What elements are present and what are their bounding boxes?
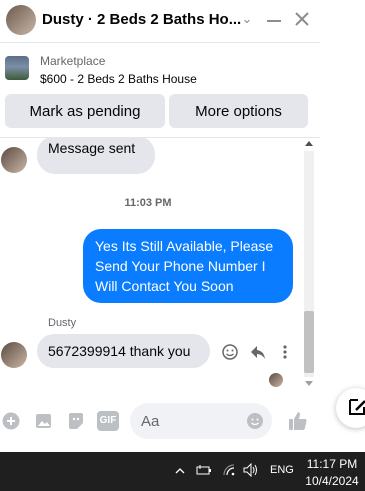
more-options-button[interactable]: More options <box>169 94 308 128</box>
avatar[interactable] <box>6 5 36 35</box>
chat-window: Dusty · 2 Beds 2 Baths Ho... ⌄ Marketpla… <box>0 0 320 452</box>
gif-icon[interactable]: GIF <box>97 411 119 431</box>
sticker-icon[interactable] <box>66 411 86 431</box>
avatar[interactable] <box>1 342 27 368</box>
add-icon[interactable] <box>2 412 20 430</box>
message-text: Yes Its Still Available, Please Send You… <box>95 238 274 294</box>
close-icon[interactable] <box>292 9 312 29</box>
page-background <box>320 0 365 452</box>
system-clock[interactable]: 11:17 PM 10/4/2024 <box>300 456 364 490</box>
seen-avatar <box>269 373 283 387</box>
message-text: 5672399914 thank you <box>48 343 191 359</box>
taskbar: ENG 11:17 PM 10/4/2024 <box>0 452 365 491</box>
avatar[interactable] <box>1 147 27 173</box>
react-icon[interactable] <box>221 343 239 361</box>
scrollbar[interactable] <box>302 141 316 389</box>
listing-thumbnail[interactable] <box>5 56 29 80</box>
message-input-placeholder: Aa <box>141 413 160 430</box>
message-thread: Message sent 11:03 PM Yes Its Still Avai… <box>0 138 320 392</box>
message-text: Message sent <box>48 140 136 156</box>
marketplace-listing: Marketplace $600 - 2 Beds 2 Baths House … <box>0 43 320 138</box>
chevron-up-icon[interactable] <box>174 464 186 476</box>
listing-price[interactable]: $600 - 2 Beds 2 Baths House <box>40 72 197 86</box>
scroll-thumb[interactable] <box>304 311 314 373</box>
clock-time: 11:17 PM <box>306 457 358 471</box>
message-input[interactable]: Aa <box>130 403 272 439</box>
wifi-icon[interactable] <box>222 463 238 477</box>
thumbs-up-icon[interactable] <box>287 410 309 432</box>
scroll-down-arrow[interactable] <box>305 381 313 386</box>
photo-icon[interactable] <box>34 411 54 431</box>
speaker-icon[interactable] <box>243 462 259 478</box>
new-message-button[interactable] <box>336 388 365 428</box>
more-actions-icon[interactable] <box>280 343 290 361</box>
clock-date: 10/4/2024 <box>305 474 359 488</box>
timestamp: 11:03 PM <box>124 197 172 209</box>
chat-header[interactable]: Dusty · 2 Beds 2 Baths Ho... ⌄ <box>0 0 320 43</box>
sender-name: Dusty <box>48 317 77 329</box>
outgoing-message-bubble[interactable]: Yes Its Still Available, Please Send You… <box>83 229 293 303</box>
chat-title[interactable]: Dusty · 2 Beds 2 Baths Ho... <box>42 11 241 28</box>
mark-as-pending-button[interactable]: Mark as pending <box>5 94 165 128</box>
language-indicator[interactable]: ENG <box>270 464 294 476</box>
chevron-down-icon[interactable]: ⌄ <box>238 9 256 29</box>
listing-source: Marketplace <box>40 54 106 68</box>
reply-icon[interactable] <box>249 343 267 361</box>
scroll-up-arrow[interactable] <box>305 141 313 146</box>
battery-icon[interactable] <box>196 463 212 477</box>
emoji-icon[interactable] <box>246 412 264 430</box>
composer: GIF Aa <box>0 400 320 444</box>
minimize-icon[interactable] <box>265 10 283 30</box>
message-bubble[interactable]: Message sent <box>37 138 155 174</box>
message-bubble[interactable]: 5672399914 thank you <box>37 334 210 368</box>
